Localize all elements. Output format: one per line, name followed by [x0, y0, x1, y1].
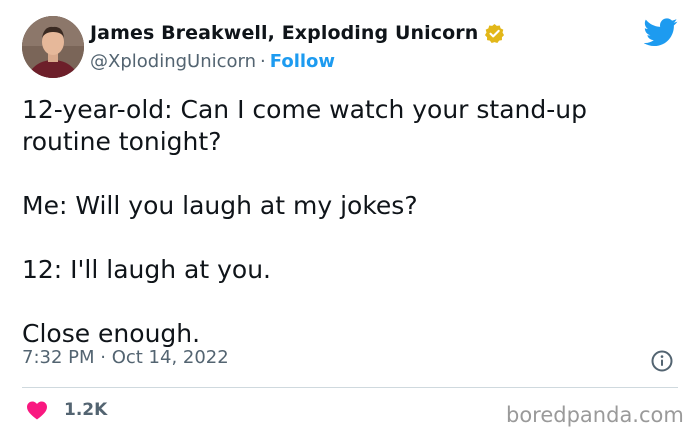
info-icon[interactable] — [650, 349, 674, 373]
watermark: boredpanda.com — [506, 403, 684, 427]
tweet-timestamp[interactable]: 7:32 PM · Oct 14, 2022 — [22, 347, 229, 368]
divider — [22, 387, 678, 388]
author-display-name[interactable]: James Breakwell, Exploding Unicorn — [90, 22, 478, 44]
avatar[interactable] — [22, 16, 84, 78]
tweet-line: Close enough. — [22, 319, 201, 348]
like-count: 1.2K — [64, 400, 108, 420]
follow-button[interactable]: Follow — [270, 51, 335, 72]
tweet-line: 12: I'll laugh at you. — [22, 255, 271, 284]
tweet-text: 12-year-old: Can I come watch your stand… — [22, 94, 662, 350]
tweet-line: 12-year-old: Can I come watch your stand… — [22, 95, 588, 156]
tweet-card: James Breakwell, Exploding Unicorn @Xplo… — [0, 0, 700, 441]
tweet-line: Me: Will you laugh at my jokes? — [22, 191, 418, 220]
handle-separator: · — [260, 51, 266, 72]
twitter-bird-icon[interactable] — [643, 18, 678, 48]
heart-icon — [26, 400, 48, 420]
author-name-row: James Breakwell, Exploding Unicorn — [90, 22, 505, 44]
author-handle[interactable]: @XplodingUnicorn — [90, 51, 256, 72]
verified-badge-icon — [484, 23, 505, 44]
author-handle-row: @XplodingUnicorn · Follow — [90, 51, 335, 72]
like-button[interactable]: 1.2K — [26, 400, 107, 420]
